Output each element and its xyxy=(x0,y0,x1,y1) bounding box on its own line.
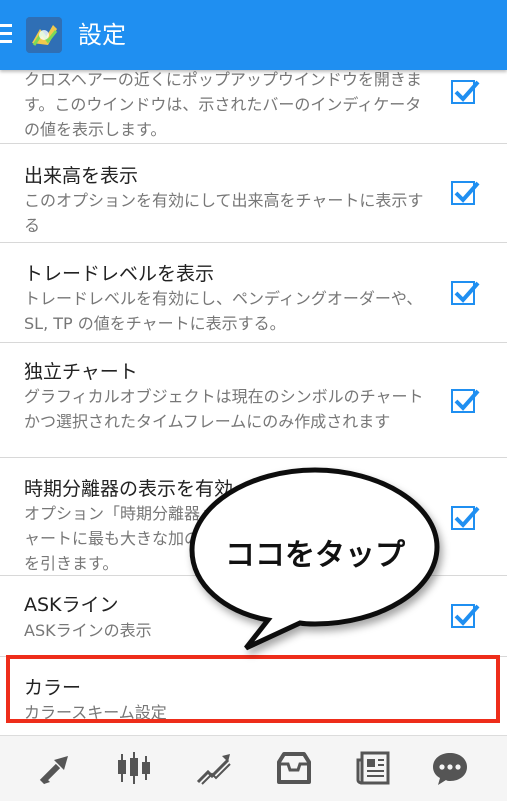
news-icon[interactable] xyxy=(354,748,394,788)
callout-bubble xyxy=(189,467,440,651)
candlestick-chart-icon[interactable] xyxy=(114,748,154,788)
trade-icon[interactable] xyxy=(36,748,76,788)
bottom-navigation xyxy=(0,735,507,801)
chat-icon[interactable] xyxy=(430,748,470,788)
inbox-icon[interactable] xyxy=(274,748,314,788)
trend-line-icon[interactable] xyxy=(194,748,234,788)
callout-text: ココをタップ xyxy=(225,538,405,573)
